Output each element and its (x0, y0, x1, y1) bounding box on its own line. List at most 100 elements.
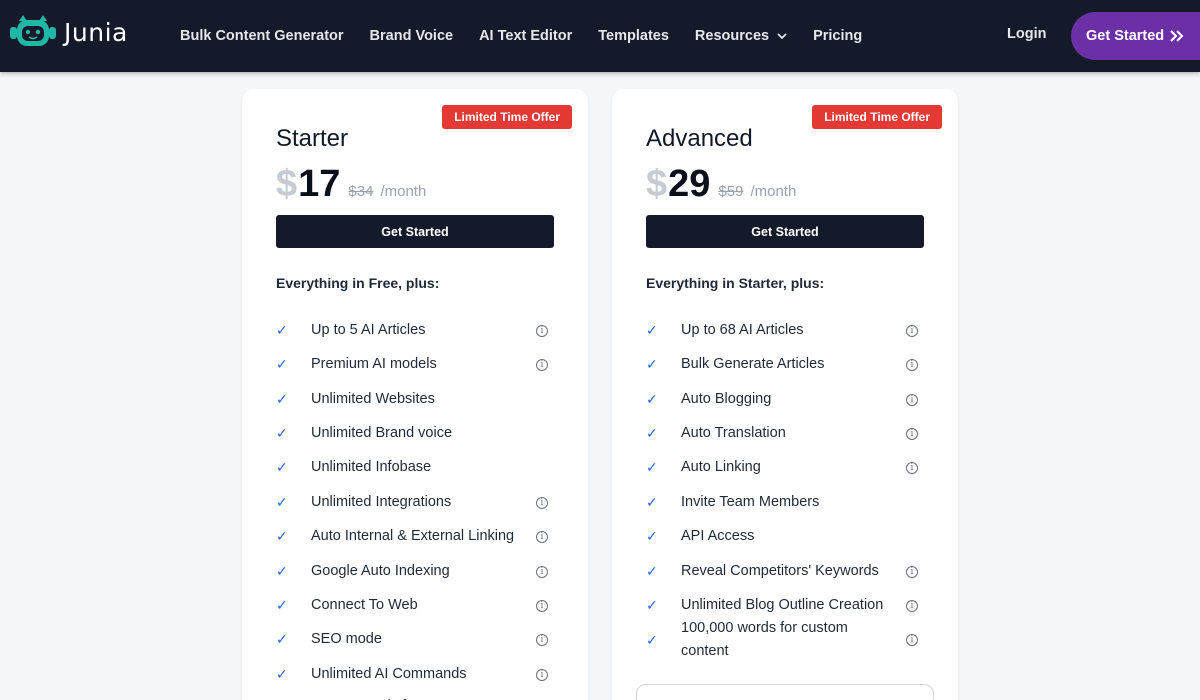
info-icon[interactable]: i (906, 565, 918, 578)
get-started-nav-label: Get Started (1086, 28, 1165, 44)
feature-item: ✓ Bulk Generate Articles i (646, 353, 918, 376)
check-icon: ✓ (276, 494, 288, 510)
feature-text: SEO mode (311, 631, 382, 647)
feature-text: Auto Blogging (681, 391, 772, 407)
nav-link-bulk-content-generator[interactable]: Bulk Content Generator (180, 28, 344, 44)
feature-item: ✓ Premium AI models i (276, 353, 548, 376)
get-started-nav-button[interactable]: Get Started (1071, 12, 1200, 60)
info-icon[interactable]: i (536, 358, 548, 371)
pricing-card-starter: Limited Time Offer Starter $ 17 $34 /mon… (242, 89, 588, 700)
feature-text: Unlimited Blog Outline Creation (681, 597, 884, 613)
old-price: $34 (348, 183, 374, 200)
chevron-down-icon (777, 33, 787, 40)
info-icon[interactable]: i (906, 324, 918, 337)
nav-links: Bulk Content Generator Brand Voice AI Te… (180, 0, 888, 72)
info-icon[interactable]: i (536, 633, 548, 646)
features-intro: Everything in Free, plus: (276, 275, 440, 291)
price-amount: 17 (298, 163, 341, 205)
feature-item: ✓ Auto Linking i (646, 456, 918, 479)
currency-symbol: $ (646, 163, 668, 205)
nav-link-resources[interactable]: Resources (695, 28, 787, 44)
feature-text: Auto Linking (681, 459, 761, 475)
plan-name: Starter (276, 125, 349, 152)
feature-item: ✓ Unlimited Integrations i (276, 491, 548, 514)
check-icon: ✓ (646, 631, 658, 648)
nav-link-ai-text-editor[interactable]: AI Text Editor (479, 28, 572, 44)
currency-symbol: $ (276, 163, 298, 205)
feature-item: ✓Invite Team Membersi (646, 491, 918, 514)
brand-name: Junia (64, 17, 128, 47)
info-icon[interactable]: i (906, 634, 918, 646)
feature-item: ✓ Unlimited Blog Outline Creation i (646, 594, 918, 617)
feature-item: ✓API Accessi (646, 525, 918, 548)
info-icon[interactable]: i (906, 599, 918, 612)
check-icon: ✓ (646, 494, 658, 510)
get-started-starter-button[interactable]: Get Started (276, 215, 554, 248)
check-icon: ✓ (276, 631, 288, 647)
feature-item: ✓ Unlimited AI Commands i (276, 663, 548, 686)
feature-item: ✓ Auto Translation i (646, 422, 918, 445)
feature-item: ✓Unlimited Brand voicei (276, 422, 548, 445)
check-icon: ✓ (646, 391, 658, 407)
feature-text: Unlimited AI Commands (311, 666, 467, 682)
info-icon[interactable]: i (536, 324, 548, 337)
feature-text: Unlimited Integrations (311, 494, 452, 510)
feature-text: Bulk Generate Articles (681, 356, 825, 372)
nav-link-templates[interactable]: Templates (598, 28, 669, 44)
check-icon: ✓ (276, 459, 288, 475)
info-icon[interactable]: i (906, 461, 918, 474)
feature-text: Premium AI models (311, 356, 437, 372)
check-icon: ✓ (276, 563, 288, 579)
price-amount: 29 (668, 163, 711, 205)
info-icon[interactable]: i (536, 530, 548, 543)
feature-text: Unlimited Brand voice (311, 425, 453, 441)
feature-text: Connect To Web (311, 597, 418, 613)
old-price: $59 (718, 183, 744, 200)
info-icon[interactable]: i (536, 599, 548, 612)
feature-item: ✓Unlimited Websitesi (276, 388, 548, 411)
check-icon: ✓ (276, 528, 288, 544)
nav-link-pricing[interactable]: Pricing (813, 28, 862, 44)
features-intro: Everything in Starter, plus: (646, 275, 825, 291)
feature-item: ✓ SEO mode i (276, 628, 548, 651)
check-icon: ✓ (276, 356, 288, 372)
check-icon: ✓ (646, 528, 658, 544)
nav-link-brand-voice[interactable]: Brand Voice (370, 28, 454, 44)
pricing-card-advanced: Limited Time Offer Advanced $ 29 $59 /mo… (612, 89, 958, 700)
junia-logo-icon (8, 13, 58, 51)
plan-name: Advanced (646, 125, 753, 152)
feature-item: ✓ Connect To Web i (276, 594, 548, 617)
check-icon: ✓ (646, 425, 658, 441)
limited-offer-badge: Limited Time Offer (442, 105, 572, 129)
check-icon: ✓ (646, 322, 658, 338)
info-icon[interactable]: i (536, 565, 548, 578)
price-period: /month (380, 183, 427, 200)
brand-logo[interactable]: Junia (8, 12, 128, 52)
feature-text: API Access (681, 528, 755, 544)
plan-price: $ 17 $34 /month (276, 163, 426, 206)
get-started-advanced-button[interactable]: Get Started (646, 215, 924, 248)
feature-text: Unlimited Websites (311, 391, 435, 407)
info-icon[interactable]: i (536, 496, 548, 509)
feature-text: Auto Internal & External Linking (311, 528, 515, 544)
info-icon[interactable]: i (906, 393, 918, 406)
check-icon: ✓ (646, 356, 658, 372)
check-icon: ✓ (276, 666, 288, 682)
login-link[interactable]: Login (1007, 26, 1046, 42)
nav-link-resources-label: Resources (694, 28, 770, 44)
feature-text: Invite Team Members (681, 494, 820, 510)
feature-text: Unlimited Infobase (311, 459, 432, 475)
feature-item: ✓ 100,000 words for custom content i (646, 617, 918, 663)
info-icon[interactable]: i (906, 427, 918, 440)
check-icon: ✓ (646, 597, 658, 613)
plan-price: $ 29 $59 /month (646, 163, 796, 206)
feature-item: ✓ Auto Blogging i (646, 388, 918, 411)
top-navbar: Junia Bulk Content Generator Brand Voice… (0, 0, 1200, 72)
info-icon[interactable]: i (536, 668, 548, 681)
feature-text: 20,000 words for custom content (311, 695, 528, 700)
info-icon[interactable]: i (906, 358, 918, 371)
feature-item: ✓Unlimited Infobasei (276, 456, 548, 479)
price-period: /month (750, 183, 797, 200)
addon-box[interactable] (636, 684, 934, 700)
feature-text: 100,000 words for custom content (681, 620, 848, 659)
